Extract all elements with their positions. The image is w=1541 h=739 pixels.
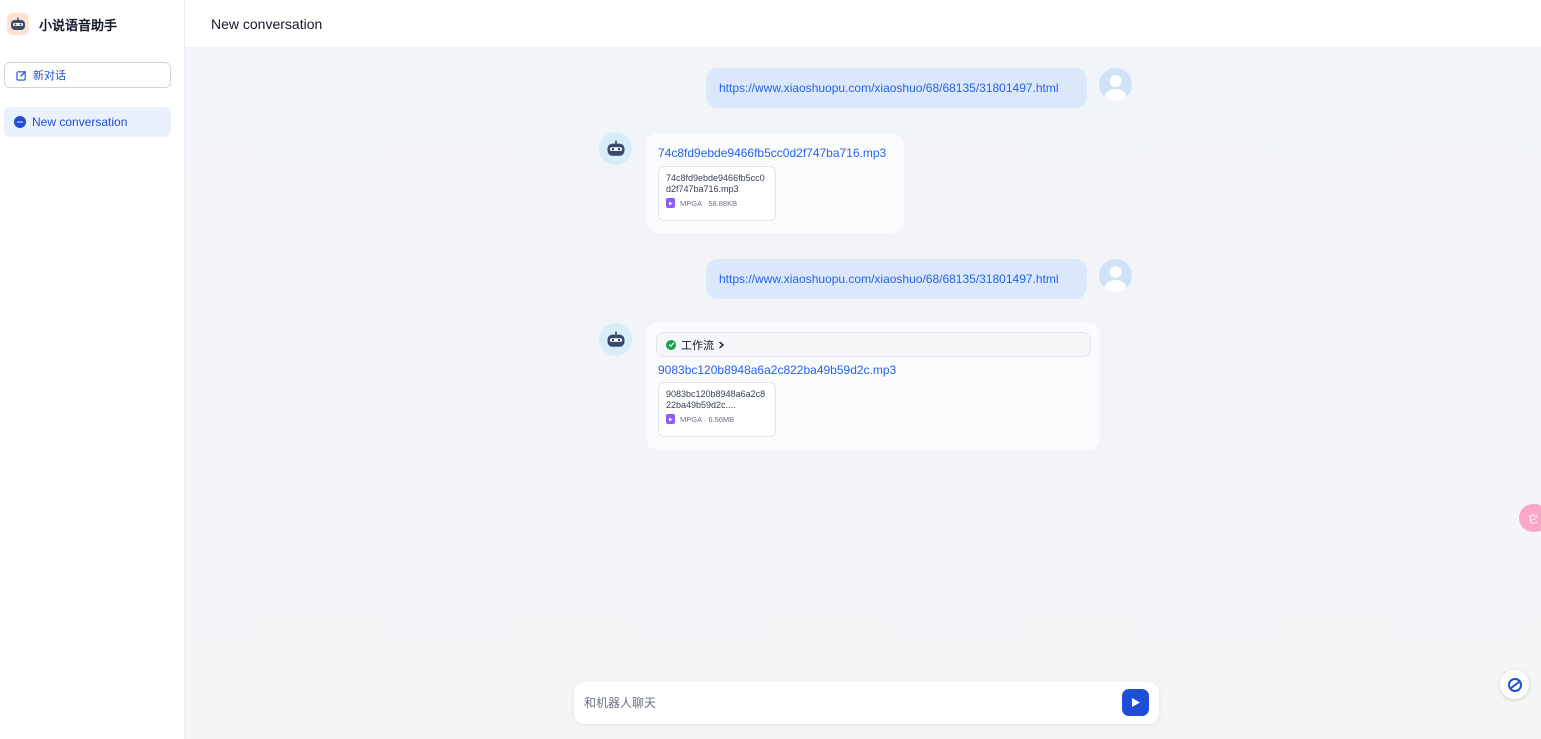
file-meta: MPGA · 6.56MB <box>680 414 735 424</box>
robot-icon <box>7 13 29 35</box>
user-message-text: https://www.xiaoshuopu.com/xiaoshuo/68/6… <box>719 272 1059 286</box>
sidebar-item-new-conversation[interactable]: New conversation <box>4 107 171 137</box>
new-chat-label: 新对话 <box>33 70 66 82</box>
audio-file-card[interactable]: 9083bc120b8948a6a2c822ba49b59d2c.... MPG… <box>658 382 776 437</box>
check-circle-icon <box>666 339 676 350</box>
audio-file-icon <box>666 414 675 424</box>
robot-icon <box>599 132 632 165</box>
audio-file-link[interactable]: 9083bc120b8948a6a2c822ba49b59d2c.mp3 <box>658 363 896 377</box>
user-message: https://www.xiaoshuopu.com/xiaoshuo/68/6… <box>706 259 1087 299</box>
floating-assistant-button[interactable]: 它 <box>1519 504 1541 532</box>
send-button[interactable] <box>1122 689 1149 716</box>
file-name: 74c8fd9ebde9466fb5cc0d2f747ba716.mp3 <box>666 173 765 194</box>
edit-icon <box>16 70 27 81</box>
user-avatar-icon <box>1099 68 1132 101</box>
send-icon <box>1132 698 1140 707</box>
conversation-label: New conversation <box>32 115 128 129</box>
chat-input[interactable] <box>584 692 1104 714</box>
user-avatar-icon <box>1099 259 1132 292</box>
audio-file-link[interactable]: 74c8fd9ebde9466fb5cc0d2f747ba716.mp3 <box>658 146 886 160</box>
workflow-label: 工作流 <box>681 339 714 352</box>
audio-file-card[interactable]: 74c8fd9ebde9466fb5cc0d2f747ba716.mp3 MPG… <box>658 166 776 221</box>
new-chat-button[interactable]: 新对话 <box>4 62 171 88</box>
user-message: https://www.xiaoshuopu.com/xiaoshuo/68/6… <box>706 68 1087 108</box>
audio-file-icon <box>666 198 675 208</box>
floating-assistant-label: 它 <box>1528 514 1538 526</box>
app-title: 小说语音助手 <box>39 17 118 33</box>
chevron-right-icon <box>719 340 725 349</box>
chat-area[interactable]: https://www.xiaoshuopu.com/xiaoshuo/68/6… <box>185 48 1541 739</box>
chat-input-box <box>574 682 1159 724</box>
chat-bubble-icon <box>14 116 26 128</box>
sidebar: 小说语音助手 新对话 New conversation <box>0 0 185 739</box>
workflow-toggle[interactable]: 工作流 <box>656 332 1091 357</box>
file-name: 9083bc120b8948a6a2c822ba49b59d2c.... <box>666 389 766 410</box>
conversation-header: New conversation <box>185 0 1541 48</box>
user-message-text: https://www.xiaoshuopu.com/xiaoshuo/68/6… <box>719 81 1059 95</box>
help-icon <box>1507 677 1522 692</box>
page-title: New conversation <box>211 15 323 32</box>
robot-icon <box>599 323 632 356</box>
assistant-message: 74c8fd9ebde9466fb5cc0d2f747ba716.mp3 74c… <box>646 133 904 233</box>
app-brand: 小说语音助手 <box>7 12 117 36</box>
help-button[interactable] <box>1500 670 1529 699</box>
file-meta: MPGA · 58.88KB <box>680 198 738 208</box>
assistant-message: 工作流 9083bc120b8948a6a2c822ba49b59d2c.mp3… <box>646 322 1100 450</box>
